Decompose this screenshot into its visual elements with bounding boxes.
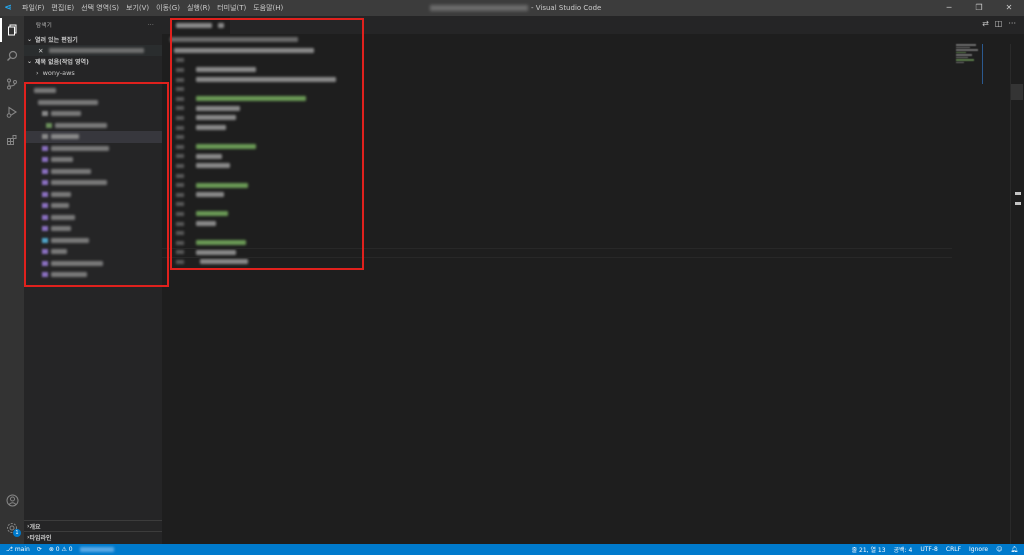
search-icon[interactable] — [0, 44, 24, 68]
open-editors-section[interactable]: ⌄ 열려 있는 편집기 — [24, 34, 162, 45]
notifications-icon[interactable]: 🔔︎ — [1010, 546, 1018, 553]
blurred-editor-name — [49, 48, 145, 53]
language-mode[interactable]: Ignore — [969, 546, 988, 553]
scroll-marker — [1015, 202, 1021, 205]
menu-run[interactable]: 실행(R) — [187, 3, 210, 13]
timeline-section[interactable]: › 타임라인 — [24, 531, 162, 542]
manage-gear-icon[interactable]: 1 — [0, 516, 24, 540]
sidebar-title: 탐색기 — [36, 23, 53, 29]
chevron-down-icon: ⌄ — [27, 58, 33, 65]
app-name: - Visual Studio Code — [531, 4, 602, 12]
menu-help[interactable]: 도움말(H) — [253, 3, 283, 13]
split-editor-icon[interactable]: ◫ — [995, 19, 1003, 28]
more-actions-icon[interactable]: ··· — [1008, 19, 1016, 28]
cursor-position[interactable]: 줄 21, 열 13 — [852, 545, 886, 554]
open-editors-label: 열려 있는 편집기 — [35, 37, 78, 44]
sidebar-header: 탐색기 ··· — [24, 16, 162, 34]
outline-section[interactable]: › 개요 — [24, 520, 162, 531]
activity-bar: 1 — [0, 16, 24, 544]
timeline-label: 타임라인 — [29, 534, 52, 542]
editor-actions: ⇄ ◫ ··· — [982, 19, 1016, 28]
workspace-label: 제목 없음(작업 영역) — [35, 59, 89, 66]
run-debug-icon[interactable] — [0, 100, 24, 124]
eol-status[interactable]: CRLF — [946, 546, 961, 553]
menu-terminal[interactable]: 터미널(T) — [217, 3, 246, 13]
restore-button[interactable]: ❐ — [964, 0, 994, 16]
blurred-status-item — [79, 547, 114, 552]
menu-bar: 파일(F) 편집(E) 선택 영역(S) 보기(V) 이동(G) 실행(R) 터… — [22, 3, 283, 13]
open-changes-icon[interactable]: ⇄ — [982, 19, 989, 28]
workspace-section[interactable]: ⌄ 제목 없음(작업 영역) — [24, 56, 162, 67]
minimap-slider-edge — [982, 44, 983, 84]
explorer-icon[interactable] — [0, 18, 24, 42]
branch-status[interactable]: ⎇ main — [6, 546, 30, 553]
folder-name: wony-aws — [42, 68, 75, 77]
window-controls: ─ ❐ ✕ — [934, 0, 1024, 16]
window-title: - Visual Studio Code — [430, 4, 601, 12]
menu-edit[interactable]: 편집(E) — [51, 3, 74, 13]
menu-view[interactable]: 보기(V) — [126, 3, 149, 13]
account-icon[interactable] — [0, 488, 24, 512]
extensions-icon[interactable] — [0, 128, 24, 152]
highlight-box-file-tree — [24, 82, 169, 287]
status-bar: ⎇ main ⟳ ⊗ 0 ⚠ 0 줄 21, 열 13 공백: 4 UTF-8 … — [0, 544, 1024, 555]
branch-name: main — [14, 546, 30, 553]
highlight-box-editor — [170, 18, 364, 270]
menu-file[interactable]: 파일(F) — [22, 3, 44, 13]
close-window-button[interactable]: ✕ — [994, 0, 1024, 16]
vscode-logo-icon: ⋖ — [4, 3, 12, 13]
menu-go[interactable]: 이동(G) — [156, 3, 180, 13]
gear-badge: 1 — [13, 529, 21, 537]
scroll-thumb[interactable] — [1011, 84, 1023, 100]
sync-icon[interactable]: ⟳ — [37, 546, 42, 553]
blurred-filename — [430, 5, 528, 11]
open-editor-item[interactable]: ✕ — [24, 45, 162, 56]
indentation-status[interactable]: 공백: 4 — [894, 545, 913, 554]
source-control-icon[interactable] — [0, 72, 24, 96]
title-bar: ⋖ 파일(F) 편집(E) 선택 영역(S) 보기(V) 이동(G) 실행(R)… — [0, 0, 1024, 16]
menu-selection[interactable]: 선택 영역(S) — [81, 3, 119, 13]
chevron-right-icon: › — [36, 68, 39, 77]
close-icon[interactable]: ✕ — [38, 47, 43, 55]
minimap[interactable] — [956, 44, 996, 74]
more-actions-icon[interactable]: ··· — [148, 22, 154, 28]
chevron-down-icon: ⌄ — [27, 36, 33, 43]
folder-wony-aws[interactable]: › wony-aws — [24, 67, 162, 78]
minimize-button[interactable]: ─ — [934, 0, 964, 16]
scroll-marker — [1015, 192, 1021, 195]
feedback-icon[interactable]: ☺ — [996, 546, 1002, 553]
encoding-status[interactable]: UTF-8 — [920, 546, 938, 553]
vertical-scrollbar[interactable] — [1010, 44, 1024, 544]
problems-status[interactable]: ⊗ 0 ⚠ 0 — [49, 546, 73, 553]
outline-label: 개요 — [29, 523, 41, 531]
